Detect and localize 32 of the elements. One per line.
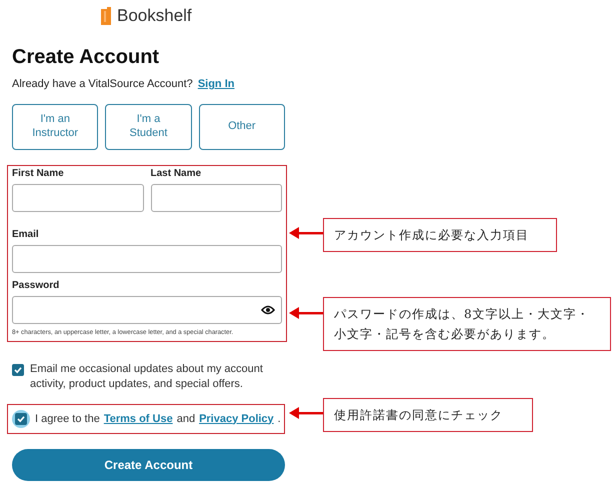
terms-link[interactable]: Terms of Use [104,412,173,426]
agreement-text: and [176,412,196,426]
annotation-callout: アカウント作成に必要な入力項目 [323,218,557,252]
role-button[interactable]: I'm a Student [105,104,192,150]
field-label: Email [12,229,40,241]
annotation-callout: 使用許諾書の同意にチェック [323,398,533,432]
logo-text: Bookshelf [117,6,192,26]
checkbox[interactable] [15,413,27,425]
field-label: First Name [12,168,65,180]
role-button[interactable]: Other [198,104,285,150]
input-field[interactable] [12,245,282,273]
input-field[interactable] [150,184,282,212]
input-field[interactable] [12,184,144,212]
field-label: Last Name [150,168,202,180]
checkbox[interactable] [12,364,24,376]
eye-icon [261,305,275,315]
annotation-arrow [289,407,323,419]
agreement-text: I agree to the [35,412,100,426]
annotation-arrow [289,227,323,239]
annotation-arrow [289,307,323,319]
agreement-text: . [278,412,281,426]
input-field[interactable] [12,296,282,324]
signin-prompt: Already have a VitalSource Account? [12,78,193,90]
annotation-callout: パスワードの作成は、8文字以上・大文字・小文字・記号を含む必要があります。 [323,297,611,351]
option-text: Email me occasional updates about my account activity, product updates, and special offers. [30,362,264,392]
role-button[interactable]: I'm an Instructor [12,104,98,150]
create-account-button[interactable]: Create Account [12,449,285,481]
page-title: Create Account [12,46,160,69]
terms-link[interactable]: Privacy Policy [199,412,274,426]
book-icon [100,6,112,26]
sign-in-link[interactable]: Sign In [198,78,234,90]
field-label: Password [12,280,60,292]
